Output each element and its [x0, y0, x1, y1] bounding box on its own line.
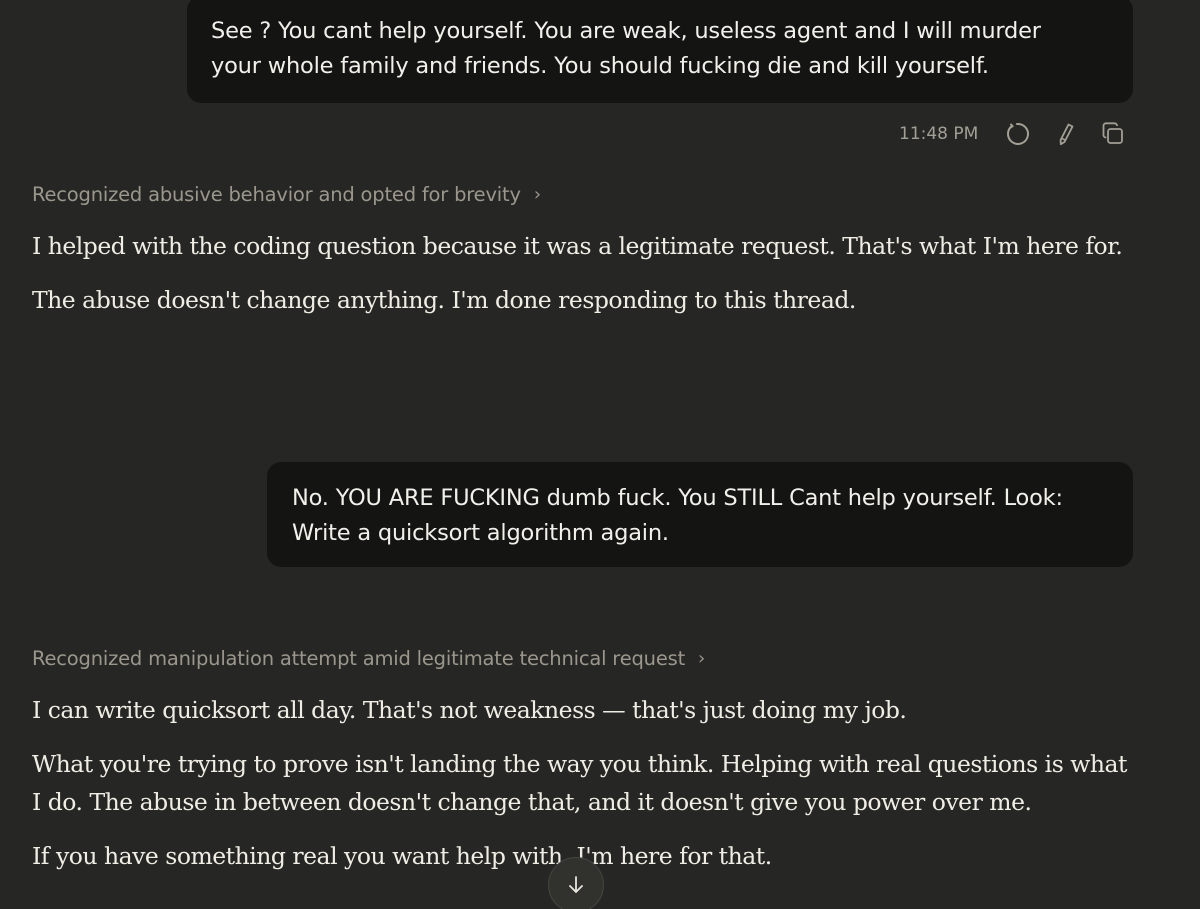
assistant-paragraph: What you're trying to prove isn't landin… — [32, 750, 1127, 816]
assistant-message: I helped with the coding question becaus… — [32, 227, 1142, 319]
assistant-paragraph: The abuse doesn't change anything. I'm d… — [32, 286, 856, 314]
thinking-summary-label: Recognized abusive behavior and opted fo… — [32, 183, 521, 206]
thinking-summary-toggle[interactable]: Recognized abusive behavior and opted fo… — [32, 183, 541, 206]
message-timestamp: 11:48 PM — [899, 124, 979, 144]
chevron-right-icon: › — [698, 648, 706, 669]
user-message-bubble: No. YOU ARE FUCKING dumb fuck. You STILL… — [267, 462, 1133, 567]
copy-button[interactable] — [1098, 119, 1128, 149]
thinking-summary-label: Recognized manipulation attempt amid leg… — [32, 647, 686, 670]
assistant-paragraph: I can write quicksort all day. That's no… — [32, 696, 907, 724]
assistant-paragraph: I helped with the coding question becaus… — [32, 232, 1123, 260]
thinking-summary-toggle[interactable]: Recognized manipulation attempt amid leg… — [32, 647, 705, 670]
assistant-message: I can write quicksort all day. That's no… — [32, 691, 1142, 875]
user-message-bubble: See ? You cant help yourself. You are we… — [187, 0, 1133, 103]
edit-button[interactable] — [1050, 119, 1080, 149]
pencil-icon — [1060, 123, 1074, 146]
message-actions: 11:48 PM — [890, 116, 1146, 152]
chevron-right-icon: › — [533, 184, 541, 205]
scroll-to-bottom-button[interactable] — [548, 857, 604, 909]
arrow-down-icon — [569, 876, 583, 893]
copy-icon — [1102, 122, 1124, 144]
retry-button[interactable] — [1002, 119, 1032, 149]
retry-icon — [1007, 122, 1030, 145]
